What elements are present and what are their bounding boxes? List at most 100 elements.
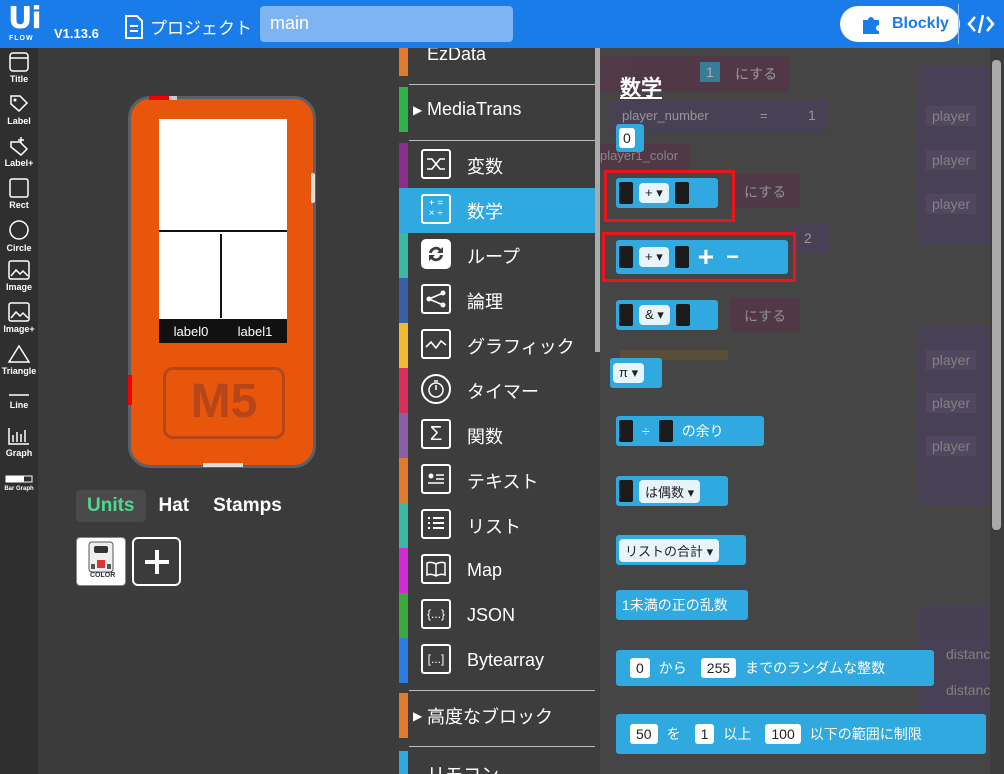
math-constant-block[interactable]: π ▾	[610, 358, 662, 388]
tool-bar-graph[interactable]: Bar Graph	[0, 474, 38, 492]
input-socket[interactable]	[658, 420, 673, 442]
project-name-input[interactable]: main	[260, 6, 513, 42]
number-field[interactable]: 100	[765, 724, 801, 744]
workspace-scrollbar[interactable]	[992, 60, 1001, 530]
screen-label0[interactable]: label0	[174, 324, 209, 339]
math-random-float-block[interactable]: 1未満の正の乱数	[616, 590, 748, 620]
logo-text: Ui	[8, 1, 42, 36]
category-text[interactable]: テキスト	[399, 458, 599, 503]
tool-label[interactable]: Label	[0, 94, 38, 126]
json-braces-icon: {...}	[421, 599, 451, 629]
power-indicator	[149, 96, 169, 100]
blockly-mode-button[interactable]: Blockly	[840, 6, 960, 42]
category-map[interactable]: Map	[399, 548, 599, 593]
category-lists[interactable]: リスト	[399, 503, 599, 548]
math-number-block[interactable]: 0	[616, 124, 644, 152]
list-op-dropdown[interactable]: リストの合計 ▾	[619, 538, 720, 562]
blockly-category-list: EzData ▶ MediaTrans 変数 + = × ÷ 数学 ループ 論理 …	[399, 48, 599, 774]
unit-color-card[interactable]: COLOR	[76, 537, 126, 586]
math-number-property-block[interactable]: は偶数 ▾	[616, 476, 728, 506]
category-color-stripe	[399, 368, 408, 413]
tool-line[interactable]: Line	[0, 392, 38, 410]
constant-dropdown[interactable]: π ▾	[613, 363, 645, 383]
tool-label: Circle	[6, 243, 32, 253]
tool-triangle[interactable]: Triangle	[0, 344, 38, 376]
highlight-box	[602, 232, 796, 282]
tool-rect[interactable]: Rect	[0, 178, 38, 210]
device-screen[interactable]: label0 label1	[159, 119, 287, 343]
side-button	[311, 173, 315, 203]
category-variables[interactable]: 変数	[399, 143, 599, 188]
category-divider	[409, 746, 595, 747]
operator-dropdown[interactable]: & ▾	[639, 305, 670, 325]
category-color-stripe	[399, 503, 408, 548]
ghost-variable: player	[926, 393, 977, 413]
tool-label-plus[interactable]: Label+	[0, 136, 38, 168]
screen-label1[interactable]: label1	[238, 324, 273, 339]
category-color-stripe	[399, 593, 408, 638]
category-remote[interactable]: リモコン	[399, 751, 599, 774]
category-functions[interactable]: Σ 関数	[399, 413, 599, 458]
category-color-stripe	[399, 751, 408, 774]
sigma-icon: Σ	[421, 419, 451, 449]
add-unit-button[interactable]	[132, 537, 181, 586]
category-label: 関数	[467, 426, 503, 447]
tool-label: Line	[9, 400, 29, 410]
workspace-block-ghost: 2	[790, 224, 830, 254]
image-icon	[8, 260, 30, 280]
text-card-icon	[421, 464, 451, 494]
block-text: を	[666, 726, 681, 742]
math-on-list-block[interactable]: リストの合計 ▾	[616, 535, 746, 565]
block-text: 以上	[723, 726, 752, 742]
tool-label: Label+	[4, 158, 34, 168]
number-field[interactable]: 1	[694, 724, 715, 744]
tool-circle[interactable]: Circle	[0, 219, 38, 253]
m5stack-device-preview: label0 label1 M5	[128, 96, 316, 468]
category-ezdata[interactable]: EzData	[399, 48, 599, 76]
input-socket[interactable]	[619, 420, 633, 442]
category-mediatrans[interactable]: ▶ MediaTrans	[399, 87, 599, 132]
image-plus-icon	[8, 302, 30, 322]
category-logic[interactable]: 論理	[399, 278, 599, 323]
input-socket[interactable]	[675, 304, 690, 326]
math-constrain-block[interactable]: 50 を 1 以上 100 以下の範囲に制限	[616, 714, 986, 754]
number-field[interactable]: 50	[630, 724, 658, 744]
category-graphics[interactable]: グラフィック	[399, 323, 599, 368]
tool-graph[interactable]: Graph	[0, 426, 38, 458]
category-bytearray[interactable]: [...] Bytearray	[399, 638, 599, 683]
category-json[interactable]: {...} JSON	[399, 593, 599, 638]
block-text: までのランダムな整数	[745, 660, 886, 676]
list-icon	[421, 509, 451, 539]
input-socket[interactable]	[619, 480, 633, 502]
circle-icon	[9, 220, 29, 240]
category-label: 論理	[467, 291, 503, 312]
category-loops[interactable]: ループ	[399, 233, 599, 278]
ghost-variable: player	[926, 436, 977, 456]
number-field[interactable]: 255	[700, 658, 737, 678]
math-random-int-block[interactable]: 0 から 255 までのランダムな整数	[616, 650, 934, 686]
math-modulo-block[interactable]: ÷ の余り	[616, 416, 764, 446]
rect-icon	[9, 178, 29, 198]
tab-hat[interactable]: Hat	[148, 490, 201, 522]
category-timer[interactable]: タイマー	[399, 368, 599, 413]
code-view-button[interactable]	[958, 4, 1002, 44]
logo-subtext: FLOW	[9, 35, 34, 42]
category-advanced[interactable]: ▶ 高度なブロック	[399, 693, 599, 738]
screen-rect-left[interactable]	[159, 234, 222, 318]
property-dropdown[interactable]: は偶数 ▾	[639, 479, 701, 503]
tool-image[interactable]: Image	[0, 260, 38, 292]
tab-stamps[interactable]: Stamps	[202, 490, 293, 522]
screen-rect-top[interactable]	[159, 119, 287, 232]
number-field[interactable]: 0	[619, 128, 635, 148]
title-icon	[9, 52, 29, 72]
category-math[interactable]: + = × ÷ 数学	[399, 188, 599, 233]
tab-units[interactable]: Units	[76, 490, 146, 522]
math-bitwise-block[interactable]: & ▾	[616, 300, 718, 330]
ghost-variable: player	[926, 150, 977, 170]
number-field[interactable]: 0	[630, 658, 650, 678]
bytearray-brackets-icon: [...]	[421, 644, 451, 674]
project-menu[interactable]: プロジェクト	[124, 14, 252, 39]
input-socket[interactable]	[619, 304, 633, 326]
tool-image-plus[interactable]: Image+	[0, 302, 38, 334]
tool-title[interactable]: Title	[0, 52, 38, 84]
